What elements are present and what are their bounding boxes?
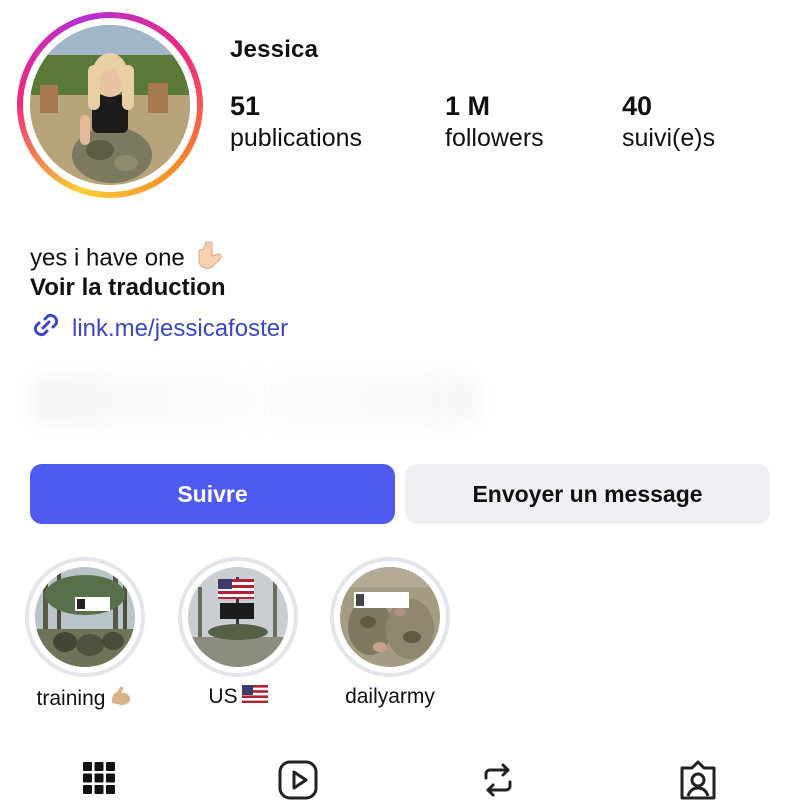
tab-tagged[interactable]: [676, 758, 720, 800]
profile-username: Jessica: [230, 36, 319, 63]
bio-link-text: link.me/jessicafoster: [72, 315, 289, 342]
highlight-label: dailyarmy: [345, 685, 435, 708]
highlight-ring: [25, 557, 145, 677]
translate-link[interactable]: Voir la traduction: [30, 273, 226, 303]
grid-icon: [79, 758, 119, 800]
profile-avatar-ring[interactable]: [17, 12, 203, 198]
highlight-cover: [340, 567, 440, 667]
following-stat[interactable]: 40 suivi(e)s: [622, 90, 715, 154]
bio-text: yes i have one: [30, 244, 185, 272]
profile-tab-bar: [0, 750, 800, 800]
message-button[interactable]: Envoyer un message: [405, 464, 770, 524]
followers-stat[interactable]: 1 M followers: [445, 90, 544, 154]
highlight-ring: [178, 557, 298, 677]
bio-link[interactable]: link.me/jessicafoster: [30, 309, 288, 349]
repost-icon: [476, 758, 520, 800]
us-flag-icon: [241, 685, 268, 709]
highlight-us[interactable]: US: [178, 557, 298, 709]
tab-reels[interactable]: [276, 758, 320, 800]
highlight-label-row: dailyarmy: [330, 685, 450, 709]
highlight-label-row: US: [178, 685, 298, 709]
posts-label: publications: [230, 124, 363, 152]
followers-count: 1 M: [445, 91, 491, 121]
posts-stat[interactable]: 51 publications: [230, 90, 362, 154]
follow-button[interactable]: Suivre: [30, 464, 395, 524]
following-label: suivi(e)s: [622, 124, 716, 152]
tagged-icon: [676, 758, 720, 800]
flexed-biceps-icon: [109, 685, 133, 713]
tab-reposts[interactable]: [476, 758, 520, 800]
highlight-label: training: [36, 687, 106, 710]
avatar: [30, 25, 190, 185]
highlight-label-row: training: [25, 685, 145, 713]
posts-count: 51: [230, 91, 261, 121]
followers-label: followers: [445, 124, 544, 152]
reels-icon: [276, 758, 320, 800]
highlight-cover: [35, 567, 135, 667]
following-count: 40: [622, 91, 653, 121]
highlight-label: US: [208, 685, 238, 708]
highlight-cover: [188, 567, 288, 667]
avatar-border: [23, 18, 197, 192]
highlight-ring: [330, 557, 450, 677]
highlight-dailyarmy[interactable]: dailyarmy: [330, 557, 450, 709]
tab-posts-grid[interactable]: [77, 758, 121, 800]
blurred-content: [30, 375, 480, 425]
link-icon: [30, 309, 62, 349]
highlight-training[interactable]: training: [25, 557, 145, 713]
